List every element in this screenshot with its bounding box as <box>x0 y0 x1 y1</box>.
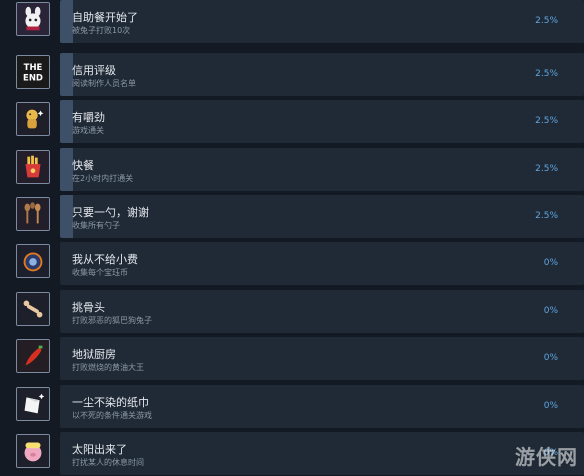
achievement-title: 只要一勺，谢谢 <box>72 206 149 219</box>
svg-text:THE: THE <box>24 62 43 72</box>
golden-chick-icon <box>16 102 50 136</box>
progress-bar: 挑骨头 打败邪恶的狐巴狗兔子 0% <box>60 290 584 333</box>
site-watermark: 游侠网 <box>515 445 578 469</box>
progress-bar: 有嚼劲 游戏通关 2.5% <box>60 100 584 143</box>
unlock-percent: 0% <box>543 353 558 363</box>
achievement-title: 自助餐开始了 <box>72 11 138 24</box>
achievement-description: 收集所有勺子 <box>72 221 120 230</box>
coin-icon <box>16 244 50 278</box>
achievement-description: 被兔子打败10次 <box>72 26 131 35</box>
achievement-title: 地狱厨房 <box>72 348 116 361</box>
unlock-percent: 2.5% <box>535 16 558 26</box>
unlock-percent: 0% <box>543 401 558 411</box>
unlock-percent: 2.5% <box>535 69 558 79</box>
white-bunny-icon <box>16 2 50 36</box>
unlock-percent: 0% <box>543 306 558 316</box>
the-end-icon: THE END <box>16 55 50 89</box>
achievement-row[interactable]: 自助餐开始了 被兔子打败10次 2.5% <box>8 0 584 43</box>
unlock-percent: 2.5% <box>535 116 558 126</box>
achievement-row[interactable]: 我从不给小费 收集每个宝珏币 0% <box>8 242 584 285</box>
achievement-row[interactable]: 地狱厨房 打败燃烧的黄油大王 0% <box>8 337 584 380</box>
napkin-icon <box>16 387 50 421</box>
achievement-title: 信用评级 <box>72 64 116 77</box>
progress-bar: 信用评级 阅读制作人员名单 2.5% <box>60 53 584 96</box>
achievement-row[interactable]: 快餐 在2小时内打通关 2.5% <box>8 148 584 191</box>
progress-bar: 我从不给小费 收集每个宝珏币 0% <box>60 242 584 285</box>
achievement-title: 挑骨头 <box>72 301 105 314</box>
unlock-percent: 2.5% <box>535 164 558 174</box>
achievement-row[interactable]: 一尘不染的纸巾 以不死的条件通关游戏 0% <box>8 385 584 428</box>
achievement-description: 打败邪恶的狐巴狗兔子 <box>72 316 152 325</box>
progress-bar: 快餐 在2小时内打通关 2.5% <box>60 148 584 191</box>
achievement-description: 游戏通关 <box>72 126 104 135</box>
achievement-title: 太阳出来了 <box>72 443 127 456</box>
unlock-percent: 2.5% <box>535 211 558 221</box>
achievement-row[interactable]: 有嚼劲 游戏通关 2.5% <box>8 100 584 143</box>
achievement-title: 有嚼劲 <box>72 111 105 124</box>
svg-text:END: END <box>23 72 43 82</box>
achievement-description: 在2小时内打通关 <box>72 174 134 183</box>
achievement-row[interactable]: 太阳出来了 打扰某人的休息时间 0% <box>8 432 584 475</box>
sleeping-pig-icon <box>16 434 50 468</box>
bone-icon <box>16 292 50 326</box>
achievement-description: 以不死的条件通关游戏 <box>72 411 152 420</box>
achievement-title: 我从不给小费 <box>72 253 138 266</box>
achievement-description: 阅读制作人员名单 <box>72 79 136 88</box>
achievement-row[interactable]: THE END 信用评级 阅读制作人员名单 2.5% <box>8 53 584 96</box>
fries-icon <box>16 150 50 184</box>
progress-bar: 一尘不染的纸巾 以不死的条件通关游戏 0% <box>60 385 584 428</box>
achievement-title: 快餐 <box>72 159 94 172</box>
progress-bar: 自助餐开始了 被兔子打败10次 2.5% <box>60 0 584 43</box>
achievement-title: 一尘不染的纸巾 <box>72 396 149 409</box>
achievement-description: 打败燃烧的黄油大王 <box>72 363 144 372</box>
progress-bar: 只要一勺，谢谢 收集所有勺子 2.5% <box>60 195 584 238</box>
achievement-description: 收集每个宝珏币 <box>72 268 128 277</box>
progress-bar: 地狱厨房 打败燃烧的黄油大王 0% <box>60 337 584 380</box>
achievement-description: 打扰某人的休息时间 <box>72 458 144 467</box>
achievement-row[interactable]: 挑骨头 打败邪恶的狐巴狗兔子 0% <box>8 290 584 333</box>
unlock-percent: 0% <box>543 258 558 268</box>
progress-bar: 太阳出来了 打扰某人的休息时间 0% <box>60 432 584 475</box>
chili-icon <box>16 339 50 373</box>
spoons-icon <box>16 197 50 231</box>
achievement-row[interactable]: 只要一勺，谢谢 收集所有勺子 2.5% <box>8 195 584 238</box>
